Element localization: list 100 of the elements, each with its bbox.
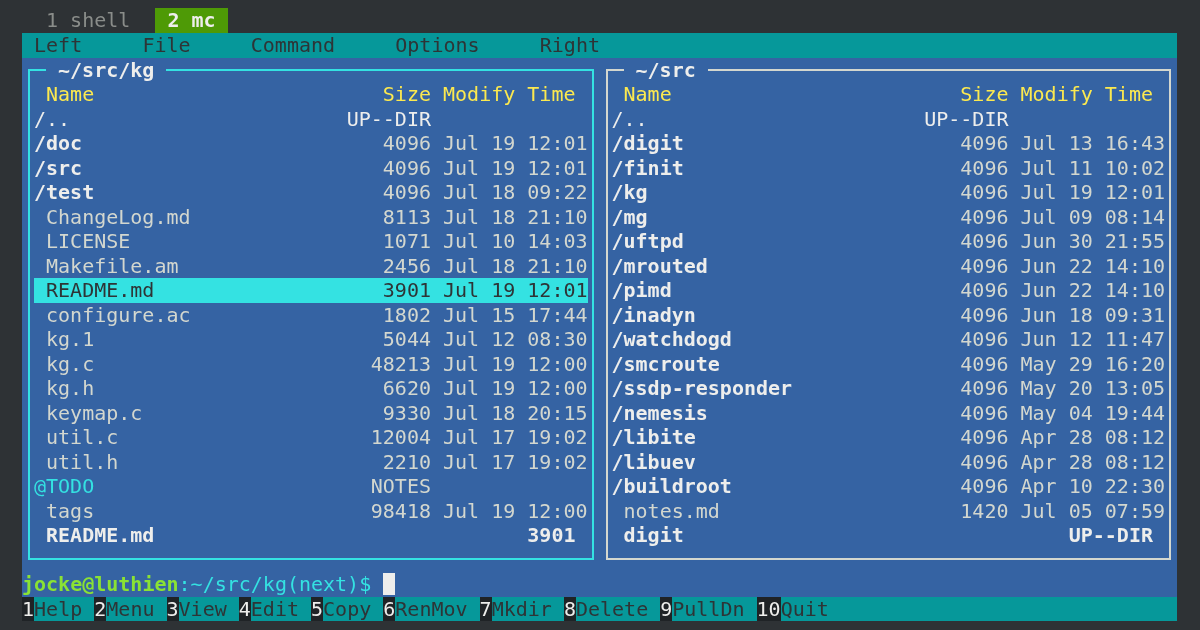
file-row[interactable]: /ssdp-responder 4096 May 20 13:05 — [611, 376, 1165, 401]
file-date: Jul 19 12:00 — [443, 498, 588, 523]
function-key[interactable]: 3View — [166, 596, 227, 621]
function-key[interactable]: 9PullDn — [660, 596, 745, 621]
file-row[interactable]: kg.1 5044 Jul 12 08:30 — [34, 327, 588, 352]
file-row[interactable]: /uftpd 4096 Jun 30 21:55 — [611, 229, 1165, 254]
file-name: Makefile.am — [45, 253, 180, 278]
file-row[interactable]: /libite 4096 Apr 28 08:12 — [611, 425, 1165, 450]
file-row[interactable]: /mrouted 4096 Jun 22 14:10 — [611, 253, 1165, 278]
menu-item[interactable]: Left — [34, 33, 83, 58]
file-row[interactable]: ChangeLog.md 8113 Jul 18 21:10 — [34, 204, 588, 229]
file-name: /kg — [611, 180, 649, 205]
file-row[interactable]: kg.h 6620 Jul 19 12:00 — [34, 376, 588, 401]
file-date: Jul 12 08:30 — [443, 327, 588, 352]
file-name: util.h — [45, 449, 120, 474]
menu-item[interactable]: Right — [539, 33, 600, 58]
file-date: May 20 13:05 — [1020, 376, 1165, 401]
file-row[interactable]: /kg 4096 Jul 19 12:01 — [611, 180, 1165, 205]
file-date: Jun 22 14:10 — [1020, 253, 1165, 278]
file-name: /pimd — [611, 278, 673, 303]
file-row[interactable]: /.. UP--DIR — [611, 106, 1165, 131]
file-name: /inadyn — [611, 302, 697, 327]
file-row[interactable]: LICENSE 1071 Jul 10 14:03 — [34, 229, 588, 254]
file-size: UP--DIR — [924, 106, 1009, 131]
file-row[interactable]: tags 98418 Jul 19 12:00 — [34, 498, 588, 523]
file-name: kg.c — [45, 351, 96, 376]
file-row[interactable]: /inadyn 4096 Jun 18 09:31 — [611, 302, 1165, 327]
file-size: 4096 — [959, 302, 1009, 327]
file-row[interactable]: /watchdogd 4096 Jun 12 11:47 — [611, 327, 1165, 352]
file-row[interactable]: /digit 4096 Jul 13 16:43 — [611, 131, 1165, 156]
function-key[interactable]: 4Edit — [238, 596, 299, 621]
file-row[interactable]: /libuev 4096 Apr 28 08:12 — [611, 449, 1165, 474]
file-date: Jun 12 11:47 — [1020, 327, 1165, 352]
file-name: keymap.c — [45, 400, 144, 425]
file-size: 4096 — [959, 327, 1009, 352]
file-row[interactable]: keymap.c 9330 Jul 18 20:15 — [34, 400, 588, 425]
file-date: Apr 28 08:12 — [1020, 449, 1165, 474]
file-row[interactable]: notes.md 1420 Jul 05 07:59 — [611, 498, 1165, 523]
file-row[interactable]: /smcroute 4096 May 29 16:20 — [611, 351, 1165, 376]
function-key[interactable]: 7Mkdir — [479, 596, 552, 621]
file-name: notes.md — [622, 498, 721, 523]
file-name: /doc — [34, 131, 84, 156]
file-size: 4096 — [959, 376, 1009, 401]
function-key[interactable]: 6RenMov — [383, 596, 468, 621]
file-size: 2456 — [381, 253, 431, 278]
file-size: 4096 — [959, 449, 1009, 474]
file-size: 1071 — [381, 229, 431, 254]
file-size: 3901 — [381, 278, 431, 303]
file-date: Jul 17 19:02 — [443, 449, 588, 474]
file-row[interactable]: /.. UP--DIR — [34, 106, 588, 131]
file-row[interactable]: /buildroot 4096 Apr 10 22:30 — [611, 474, 1165, 499]
file-row[interactable]: /pimd 4096 Jun 22 14:10 — [611, 278, 1165, 303]
file-date: Jul 10 14:03 — [443, 229, 588, 254]
file-row[interactable]: kg.c 48213 Jul 19 12:00 — [34, 351, 588, 376]
file-row[interactable]: /finit 4096 Jul 11 10:02 — [611, 155, 1165, 180]
file-row[interactable]: /src 4096 Jul 19 12:01 — [34, 155, 588, 180]
prompt-path: :~/src/kg(next)$ — [178, 572, 372, 597]
file-row[interactable]: README.md 3901 Jul 19 12:01 — [34, 278, 588, 303]
column-header: Name — [45, 82, 96, 107]
file-date: Jul 19 12:00 — [443, 351, 588, 376]
file-row[interactable]: /test 4096 Jul 18 09:22 — [34, 180, 588, 205]
file-row[interactable]: util.c 12004 Jul 17 19:02 — [34, 425, 588, 450]
file-size: 98418 — [369, 498, 431, 523]
function-key[interactable]: 2Menu — [94, 596, 155, 621]
file-size: 4096 — [959, 351, 1009, 376]
file-row[interactable]: configure.ac 1802 Jul 15 17:44 — [34, 302, 588, 327]
file-size: 4096 — [959, 155, 1009, 180]
function-key[interactable]: 8Delete — [563, 596, 649, 621]
text-cursor — [383, 573, 396, 596]
file-name: /uftpd — [611, 229, 685, 254]
file-name: /libite — [611, 425, 697, 450]
file-size: NOTES — [369, 474, 431, 499]
file-row[interactable]: @TODO NOTES — [34, 474, 588, 499]
file-row[interactable]: Makefile.am 2456 Jul 18 21:10 — [34, 253, 588, 278]
file-row[interactable]: /doc 4096 Jul 19 12:01 — [34, 131, 588, 156]
function-key[interactable]: 1Help — [22, 596, 83, 621]
file-size: 8113 — [381, 204, 431, 229]
file-date: Jul 13 16:43 — [1020, 131, 1165, 156]
file-name: /libuev — [611, 449, 697, 474]
column-header: Size — [959, 82, 1009, 107]
file-name: /buildroot — [611, 474, 733, 499]
file-size: 4096 — [959, 474, 1009, 499]
menu-item[interactable]: Options — [395, 33, 480, 58]
file-size: UP--DIR — [346, 106, 431, 131]
function-key[interactable]: 5Copy — [311, 596, 372, 621]
file-row[interactable]: /mg 4096 Jul 09 08:14 — [611, 204, 1165, 229]
terminal-tab[interactable]: 2 mc — [155, 8, 228, 33]
terminal-tab[interactable]: 1 shell — [34, 8, 143, 33]
menu-item[interactable]: Command — [250, 33, 336, 58]
file-row[interactable]: util.h 2210 Jul 17 19:02 — [34, 449, 588, 474]
file-name: /digit — [611, 131, 685, 156]
file-name: @TODO — [34, 474, 96, 499]
file-date: Jul 18 21:10 — [443, 204, 588, 229]
file-name: LICENSE — [45, 229, 132, 254]
file-date: Jul 19 12:01 — [443, 278, 588, 303]
function-key[interactable]: 10Quit — [756, 596, 829, 621]
menu-item[interactable]: File — [142, 33, 191, 58]
panel-path: ~/src — [634, 57, 697, 82]
file-size: 4096 — [959, 278, 1009, 303]
file-row[interactable]: /nemesis 4096 May 04 19:44 — [611, 400, 1165, 425]
